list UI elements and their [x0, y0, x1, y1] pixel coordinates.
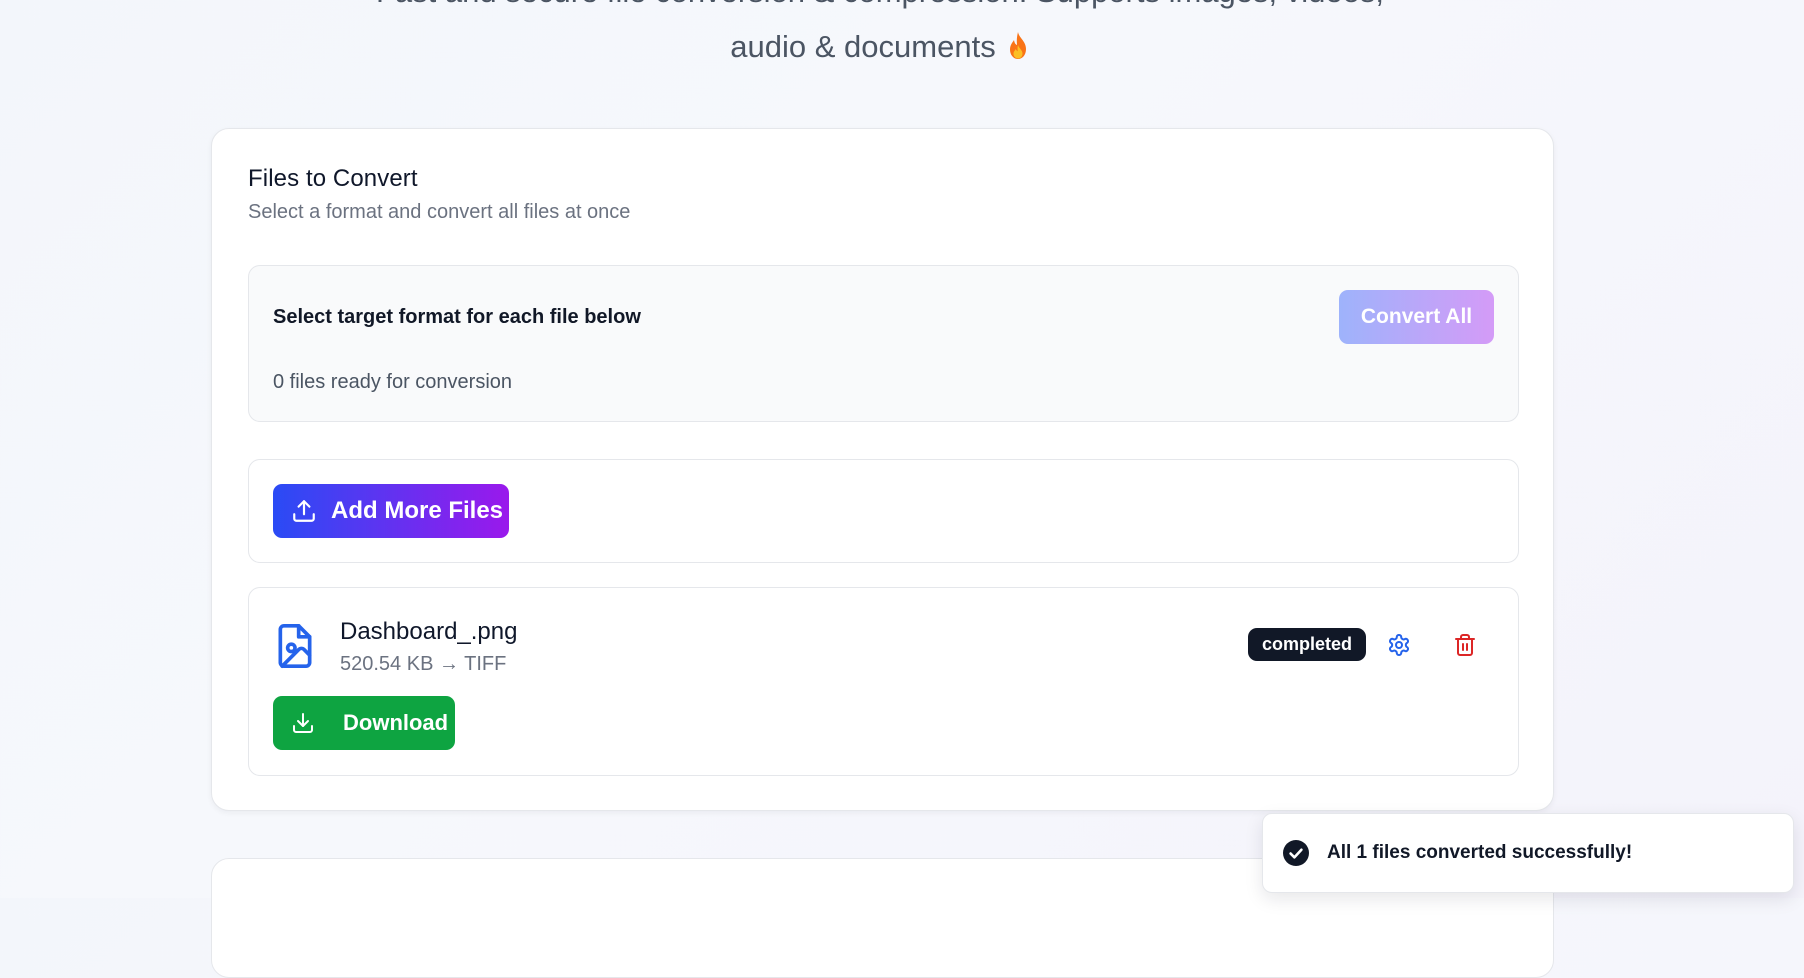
- download-button[interactable]: Download: [273, 696, 455, 750]
- format-selection-panel: Select target format for each file below…: [248, 265, 1519, 422]
- hero-subtitle-line-2-text: audio & documents: [730, 29, 996, 64]
- files-to-convert-card: Files to Convert Select a format and con…: [211, 128, 1554, 811]
- file-image-icon: [278, 623, 312, 668]
- delete-file-button[interactable]: [1446, 626, 1484, 664]
- check-circle-icon: [1283, 840, 1309, 866]
- ready-count: 0 files ready for conversion: [273, 371, 513, 393]
- card-subtitle: Select a format and convert all files at…: [248, 201, 631, 223]
- hero-subtitle-line-2: audio & documents: [0, 19, 1760, 74]
- upload-icon: [293, 500, 315, 522]
- hero-subtitle: Fast and secure file conversion & compre…: [0, 0, 1760, 74]
- trash-icon: [1455, 634, 1475, 656]
- format-selection-label: Select target format for each file below: [273, 306, 641, 328]
- download-label: Download: [343, 710, 449, 735]
- status-badge: completed: [1248, 628, 1367, 661]
- file-name: Dashboard_.png: [340, 618, 518, 645]
- gear-icon: [1389, 634, 1409, 656]
- toast-message: All 1 files converted successfully!: [1327, 842, 1633, 863]
- file-item: Dashboard_.png 520.54 KB → TIFF complete…: [248, 587, 1519, 776]
- add-more-files-button[interactable]: Add More Files: [273, 484, 509, 538]
- file-settings-button[interactable]: [1380, 626, 1418, 664]
- download-icon: [293, 713, 313, 733]
- file-meta: 520.54 KB → TIFF: [340, 653, 507, 675]
- convert-all-button[interactable]: Convert All: [1339, 290, 1494, 344]
- card-title: Files to Convert: [248, 165, 418, 192]
- success-toast: All 1 files converted successfully!: [1262, 813, 1794, 893]
- add-files-panel: Add More Files: [248, 459, 1519, 563]
- fire-emoji-icon: [1009, 32, 1026, 59]
- hero-subtitle-line-1: Fast and secure file conversion & compre…: [0, 0, 1760, 19]
- add-more-files-label: Add More Files: [331, 497, 504, 524]
